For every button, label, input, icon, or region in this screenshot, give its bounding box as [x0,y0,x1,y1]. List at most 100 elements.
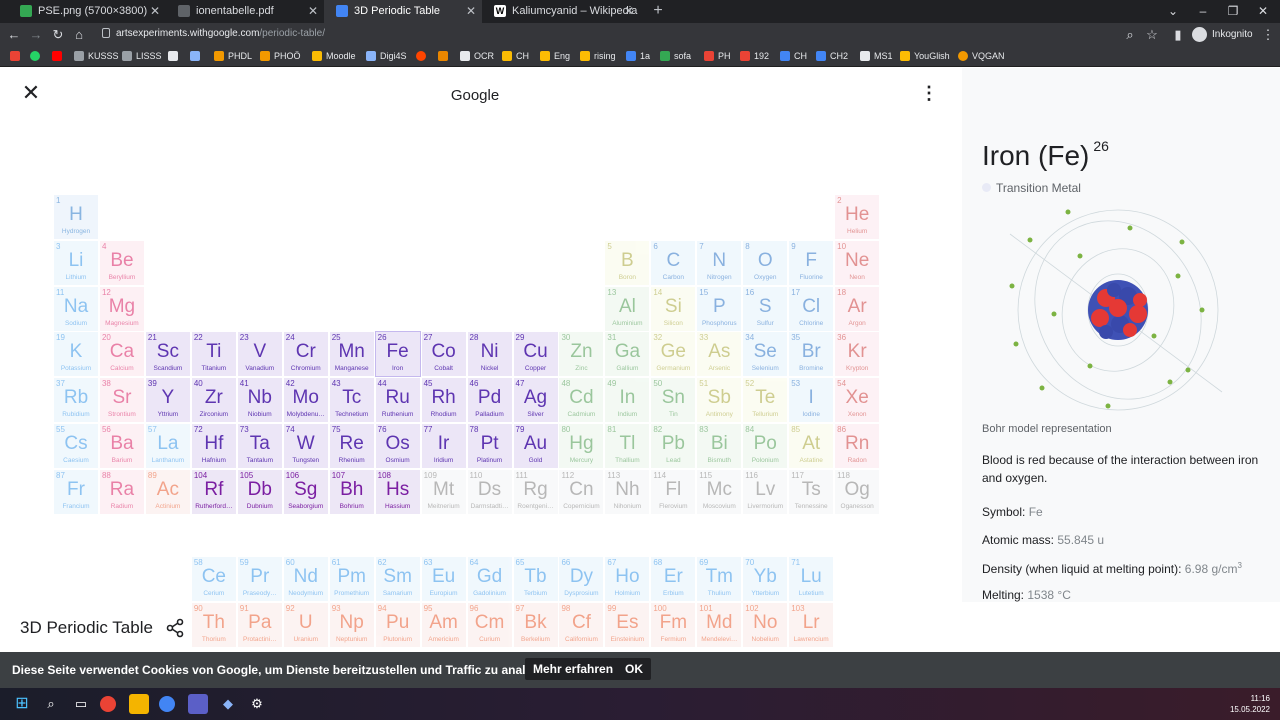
bookmark-eng[interactable]: Eng [540,46,570,67]
element-p[interactable]: 15 P Phosphorus [697,286,742,331]
bookmark-kusss[interactable]: KUSSS [74,46,119,67]
element-db[interactable]: 105 Db Dubnium [237,469,282,514]
tab-wikipedia[interactable]: W Kaliumcyanid – Wikipedia ✕ [482,0,640,23]
element-u[interactable]: 92 U Uranium [283,603,328,648]
element-at[interactable]: 85 At Astatine [789,424,834,468]
element-tc[interactable]: 43 Tc Technetium [329,378,374,423]
element-zr[interactable]: 40 Zr Zirconium [191,378,236,423]
element-rg[interactable]: 111 Rg Roentgeni… [513,469,558,514]
tab-ionentabelle[interactable]: ionentabelle.pdf ✕ [166,0,324,23]
element-c[interactable]: 6 C Carbon [651,240,696,285]
file-explorer-icon[interactable] [129,694,149,714]
element-fl[interactable]: 114 Fl Flerovium [651,469,696,514]
tab-pse-png[interactable]: PSE.png (5700×3800) ✕ [8,0,166,23]
element-li[interactable]: 3 Li Lithium [54,240,98,285]
element-la[interactable]: 57 La Lanthanum [145,424,190,468]
element-am[interactable]: 95 Am Americium [421,603,466,648]
teams-icon[interactable] [188,694,208,714]
element-na[interactable]: 11 Na Sodium [54,286,98,331]
element-si[interactable]: 14 Si Silicon [651,286,696,331]
element-mg[interactable]: 12 Mg Magnesium [99,286,144,331]
element-in[interactable]: 49 In Indium [605,378,650,423]
element-cm[interactable]: 96 Cm Curium [467,603,512,648]
element-ir[interactable]: 77 Ir Iridium [421,424,466,468]
bookmark-digi4s[interactable]: Digi4S [366,46,407,67]
side-panel-icon[interactable]: ▮ [1168,23,1188,46]
element-h[interactable]: 1 H Hydrogen [54,195,98,239]
element-sr[interactable]: 38 Sr Strontium [99,378,144,423]
element-lu[interactable]: 71 Lu Lutetium [789,557,834,602]
more-vert-icon[interactable]: ⋮ [920,84,938,102]
element-ra[interactable]: 88 Ra Radium [99,469,144,514]
bookmark-1a[interactable]: 1a [626,46,650,67]
learn-more-button[interactable]: Mehr erfahren [525,658,622,680]
element-hs[interactable]: 108 Hs Hassium [375,469,420,514]
tab-3d-periodic-table[interactable]: 3D Periodic Table ✕ [324,0,482,23]
element-pd[interactable]: 46 Pd Palladium [467,378,512,423]
element-no[interactable]: 102 No Nobelium [743,603,788,648]
bookmark-rising[interactable]: rising [580,46,616,67]
element-ti[interactable]: 22 Ti Titanium [191,332,236,377]
tab-search-icon[interactable]: ⌄ [1158,0,1188,23]
bookmark-ocr[interactable]: OCR [460,46,494,67]
settings-icon[interactable]: ⚙ [247,694,267,714]
element-po[interactable]: 84 Po Polonium [743,424,788,468]
more-vert-icon[interactable]: ⋮ [1258,23,1278,46]
element-mo[interactable]: 42 Mo Molybdenu… [283,378,328,423]
home-icon[interactable]: ⌂ [69,23,89,46]
element-lr[interactable]: 103 Lr Lawrencium [789,603,834,648]
bookmark-moodle[interactable]: Moodle [312,46,356,67]
close-window-icon[interactable]: ✕ [1248,0,1278,23]
bookmark-sofa[interactable]: sofa [660,46,691,67]
element-ru[interactable]: 44 Ru Ruthenium [375,378,420,423]
element-eu[interactable]: 63 Eu Europium [421,557,466,602]
element-sb[interactable]: 51 Sb Antimony [697,378,742,423]
element-cn[interactable]: 112 Cn Copernicium [559,469,604,514]
back-icon[interactable]: ← [4,23,24,46]
element-hg[interactable]: 80 Hg Mercury [559,424,604,468]
bookmark-192[interactable]: 192 [740,46,769,67]
element-ba[interactable]: 56 Ba Barium [99,424,144,468]
bookmark-eye[interactable] [438,46,452,67]
element-er[interactable]: 68 Er Erbium [651,557,696,602]
element-gd[interactable]: 64 Gd Gadolinium [467,557,512,602]
element-rf[interactable]: 104 Rf Rutherford… [191,469,236,514]
chrome-active-icon[interactable] [159,696,175,712]
element-dy[interactable]: 66 Dy Dysprosium [559,557,604,602]
element-cr[interactable]: 24 Cr Chromium [283,332,328,377]
element-sc[interactable]: 21 Sc Scandium [145,332,190,377]
bookmark-ch[interactable]: CH [502,46,529,67]
bookmark-arrow[interactable] [190,46,204,67]
element-o[interactable]: 8 O Oxygen [743,240,788,285]
element-bh[interactable]: 107 Bh Bohrium [329,469,374,514]
element-kr[interactable]: 36 Kr Krypton [835,332,880,377]
search-icon[interactable]: ⌕ [41,694,61,714]
bookmark-youglish[interactable]: YouGlish [900,46,950,67]
element-fr[interactable]: 87 Fr Francium [54,469,98,514]
element-th[interactable]: 90 Th Thorium [191,603,236,648]
element-cu[interactable]: 29 Cu Copper [513,332,558,377]
minimize-icon[interactable]: – [1188,0,1218,23]
element-nd[interactable]: 60 Nd Neodymium [283,557,328,602]
element-rn[interactable]: 86 Rn Radon [835,424,880,468]
share-icon[interactable] [164,617,186,639]
element-ca[interactable]: 20 Ca Calcium [99,332,144,377]
element-as[interactable]: 33 As Arsenic [697,332,742,377]
element-al[interactable]: 13 Al Aluminium [605,286,650,331]
bookmark-phdl[interactable]: PHDL [214,46,252,67]
element-ce[interactable]: 58 Ce Cerium [191,557,236,602]
element-og[interactable]: 118 Og Oganesson [835,469,880,514]
chrome-icon[interactable] [100,696,116,712]
task-view-icon[interactable]: ▭ [71,694,91,714]
element-n[interactable]: 7 N Nitrogen [697,240,742,285]
element-cs[interactable]: 55 Cs Caesium [54,424,98,468]
element-y[interactable]: 39 Y Yttrium [145,378,190,423]
element-np[interactable]: 93 Np Neptunium [329,603,374,648]
close-tab-icon[interactable]: ✕ [624,0,634,23]
bookmark-reddit[interactable] [416,46,430,67]
element-pr[interactable]: 59 Pr Praseody… [237,557,282,602]
element-re[interactable]: 75 Re Rhenium [329,424,374,468]
element-lv[interactable]: 116 Lv Livermorium [743,469,788,514]
element-co[interactable]: 27 Co Cobalt [421,332,466,377]
element-cf[interactable]: 98 Cf Californium [559,603,604,648]
